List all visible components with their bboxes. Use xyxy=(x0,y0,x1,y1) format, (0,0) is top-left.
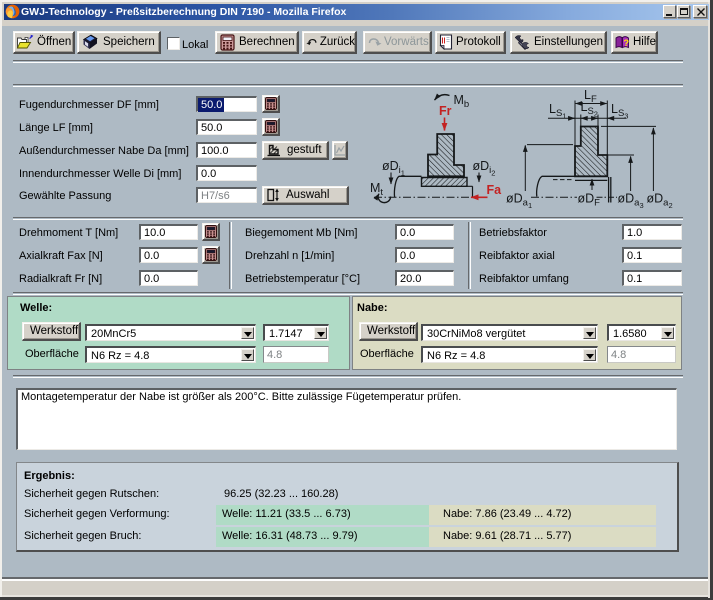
svg-text:Mb: Mb xyxy=(454,93,470,110)
svg-text:øDi1: øDi1 xyxy=(382,159,405,178)
svg-text:LS3: LS3 xyxy=(611,102,628,121)
svg-text:øDa2: øDa2 xyxy=(647,192,673,211)
svg-text:?: ? xyxy=(623,37,629,47)
svg-text:øDa3: øDa3 xyxy=(618,192,644,211)
svg-text:Fr: Fr xyxy=(439,104,452,118)
svg-text:Fa: Fa xyxy=(487,183,503,197)
svg-text:LS1: LS1 xyxy=(549,102,566,121)
svg-text:øDF: øDF xyxy=(578,192,601,209)
svg-text:Mt: Mt xyxy=(370,181,383,198)
svg-text:øDa1: øDa1 xyxy=(506,192,532,211)
svg-text:øDi2: øDi2 xyxy=(473,159,496,178)
